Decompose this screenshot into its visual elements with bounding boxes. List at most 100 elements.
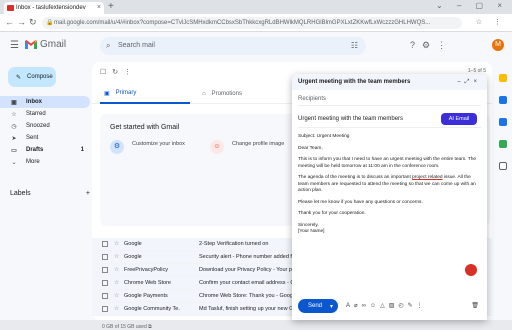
emoji-icon[interactable]: ☺ bbox=[370, 303, 380, 309]
compose-title: Urgent meeting with the team members bbox=[298, 79, 411, 85]
new-tab-icon[interactable]: + bbox=[108, 1, 114, 12]
send-button[interactable]: Send ▾ bbox=[298, 299, 338, 313]
row-subject: Chrome Web Store: Thank you - Google bbox=[199, 293, 298, 299]
external-link-icon[interactable]: ⧉ bbox=[148, 324, 152, 330]
compose-window-controls[interactable]: –⤢× bbox=[457, 74, 481, 90]
keep-icon[interactable] bbox=[499, 140, 507, 148]
star-icon[interactable]: ☆ bbox=[114, 240, 119, 247]
compose-button[interactable]: ✎ Compose bbox=[8, 67, 56, 87]
apps-grid-icon[interactable]: ⋮ bbox=[437, 40, 453, 50]
star-icon: ☆ bbox=[11, 111, 17, 118]
send-options-icon[interactable]: ▾ bbox=[330, 303, 333, 310]
header-icons[interactable]: ?⚙⋮ bbox=[410, 40, 453, 51]
customize-inbox-card[interactable]: ⚙ Customize your inbox bbox=[110, 138, 200, 168]
calendar-icon[interactable] bbox=[499, 74, 507, 82]
recipients-field[interactable]: Recipients bbox=[298, 92, 481, 106]
card-label: Customize your inbox bbox=[132, 141, 185, 147]
gmail-m-icon bbox=[25, 40, 37, 49]
row-checkbox[interactable] bbox=[102, 254, 108, 260]
row-checkbox[interactable] bbox=[102, 267, 108, 273]
change-profile-card[interactable]: ☺ Change profile image bbox=[210, 138, 300, 168]
refresh-icon[interactable]: ↻ bbox=[112, 69, 124, 76]
link-icon[interactable]: ∞ bbox=[362, 303, 370, 309]
more-options-icon[interactable]: ⋮ bbox=[124, 69, 137, 76]
address-bar[interactable]: 🔒 mail.google.com/mail/u/4/#inbox?compos… bbox=[42, 17, 462, 29]
star-icon[interactable]: ☆ bbox=[114, 292, 119, 299]
message-body[interactable]: Subject: Urgent Meeting Dear Team, This … bbox=[298, 134, 478, 241]
chevron-down-icon: ⌄ bbox=[11, 159, 17, 166]
row-sender: Google Payments bbox=[124, 293, 168, 299]
tab-label: Promotions bbox=[211, 91, 242, 97]
star-icon[interactable]: ☆ bbox=[114, 305, 119, 312]
star-icon[interactable]: ☆ bbox=[114, 266, 119, 273]
sidebar-item-starred[interactable]: ☆ Starred bbox=[0, 108, 90, 120]
lock-clock-icon[interactable]: ◴ bbox=[398, 303, 407, 309]
help-icon[interactable]: ? bbox=[410, 40, 422, 50]
search-input[interactable]: ⌕ Search mail ☷ bbox=[100, 37, 366, 55]
send-label: Send bbox=[308, 303, 323, 309]
grammar-assistant-icon[interactable] bbox=[465, 264, 477, 276]
row-checkbox[interactable] bbox=[102, 241, 108, 247]
filter-options-icon[interactable]: ☷ bbox=[351, 37, 358, 55]
tasks-icon[interactable] bbox=[499, 96, 507, 104]
row-checkbox[interactable] bbox=[102, 306, 108, 312]
tab-promotions[interactable]: ⌂ Promotions bbox=[198, 84, 288, 104]
body-paragraph: Please let me know if you have any quest… bbox=[298, 199, 423, 205]
close-icon[interactable]: × bbox=[473, 79, 481, 85]
pencil-icon: ✎ bbox=[16, 74, 22, 81]
body-text: The agenda of the meeting is to discuss … bbox=[298, 175, 413, 180]
trash-icon[interactable]: 🗑 bbox=[471, 302, 479, 309]
toolbar-icons[interactable]: ☆ ⋮ bbox=[476, 18, 506, 26]
image-icon[interactable]: ▨ bbox=[389, 303, 399, 309]
body-paragraph: This is to inform you that I need to hav… bbox=[298, 157, 477, 169]
browser-tab[interactable]: Inbox - taslufextensiondev × bbox=[4, 2, 104, 14]
forward-icon[interactable]: → bbox=[17, 17, 26, 27]
drive-icon[interactable]: △ bbox=[380, 303, 389, 309]
format-toolbar: A⌀∞☺△▨◴✎⋮ bbox=[346, 302, 427, 309]
add-addon-icon[interactable] bbox=[499, 162, 507, 170]
settings-icon[interactable]: ⚙ bbox=[422, 40, 437, 50]
sidebar-item-drafts[interactable]: ▭ Drafts 1 bbox=[0, 144, 90, 156]
sidebar-item-sent[interactable]: ➤ Sent bbox=[0, 132, 90, 144]
sidebar-item-label: Inbox bbox=[26, 99, 42, 105]
contacts-icon[interactable] bbox=[499, 118, 507, 126]
browser-tabbar: Inbox - taslufextensiondev × + ⌄ – ▢ × bbox=[0, 0, 512, 14]
add-label-icon[interactable]: + bbox=[86, 190, 90, 197]
star-icon[interactable]: ☆ bbox=[114, 253, 119, 260]
minimize-icon[interactable]: – bbox=[457, 79, 464, 85]
window-controls[interactable]: ⌄ – ▢ × bbox=[436, 1, 508, 10]
grammar-underlined-text[interactable]: project related bbox=[412, 175, 442, 180]
gmail-logo[interactable]: Gmail bbox=[25, 39, 66, 50]
ai-email-button[interactable]: AI Email bbox=[441, 113, 477, 125]
row-subject: Download your Privacy Policy - Your priv bbox=[199, 267, 298, 273]
close-tab-icon[interactable]: × bbox=[97, 4, 101, 11]
tab-title: Inbox - taslufextensiondev bbox=[16, 5, 86, 11]
star-icon[interactable]: ☆ bbox=[114, 279, 119, 286]
card-label: Change profile image bbox=[232, 141, 285, 147]
select-all-checkbox[interactable]: ☐ bbox=[100, 69, 112, 76]
menu-icon[interactable]: ☰ bbox=[10, 40, 19, 51]
format-text-icon[interactable]: A bbox=[346, 303, 354, 309]
avatar[interactable]: M bbox=[492, 39, 504, 51]
search-icon[interactable]: ⌕ bbox=[106, 37, 110, 55]
attach-icon[interactable]: ⌀ bbox=[354, 303, 362, 309]
reload-icon[interactable]: ↻ bbox=[29, 17, 37, 28]
clock-icon: ◷ bbox=[11, 123, 17, 130]
sidebar-item-more[interactable]: ⌄ More bbox=[0, 156, 90, 168]
sidebar-item-inbox[interactable]: ▣ Inbox bbox=[0, 96, 90, 108]
body-subject-line: Subject: Urgent Meeting bbox=[298, 134, 350, 139]
row-checkbox[interactable] bbox=[102, 293, 108, 299]
draft-icon: ▭ bbox=[11, 147, 17, 154]
more-options-icon[interactable]: ⋮ bbox=[417, 303, 427, 309]
signature-icon[interactable]: ✎ bbox=[408, 303, 417, 309]
subject-field[interactable]: Urgent meeting with the team members AI … bbox=[298, 110, 481, 128]
recipients-placeholder: Recipients bbox=[298, 96, 327, 102]
tab-primary[interactable]: ▣ Primary bbox=[100, 84, 190, 104]
sidebar-item-snoozed[interactable]: ◷ Snoozed bbox=[0, 120, 90, 132]
back-icon[interactable]: ← bbox=[5, 17, 14, 27]
labels-heading: Labels + bbox=[10, 190, 90, 197]
inbox-icon: ▣ bbox=[11, 99, 17, 106]
row-checkbox[interactable] bbox=[102, 280, 108, 286]
side-panel-rail bbox=[494, 64, 512, 264]
drafts-count: 1 bbox=[80, 147, 84, 153]
